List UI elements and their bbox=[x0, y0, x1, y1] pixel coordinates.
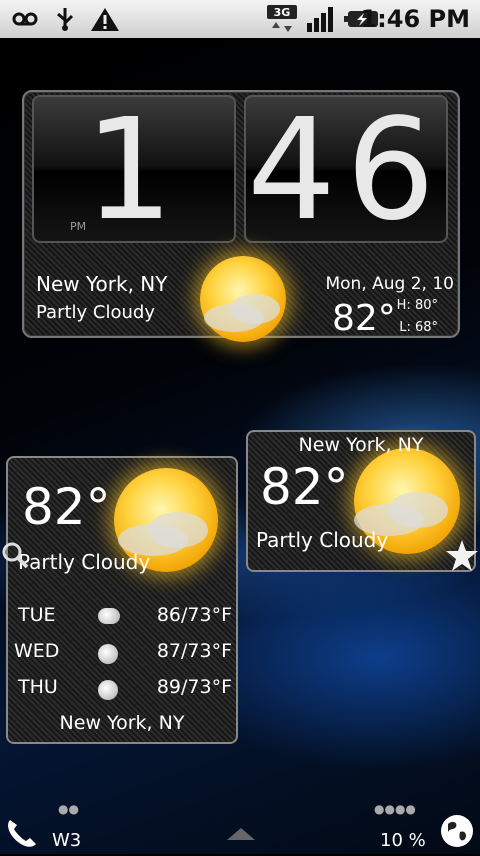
clock-city: New York, NY bbox=[36, 272, 168, 296]
clock-high: H: 80° bbox=[396, 298, 438, 313]
app-drawer-handle[interactable] bbox=[226, 826, 256, 840]
browser-globe-icon[interactable] bbox=[438, 812, 476, 850]
search-icon[interactable] bbox=[0, 540, 30, 570]
hour-flip-card: 1 PM bbox=[32, 89, 236, 252]
voicemail-icon bbox=[10, 4, 40, 34]
forecast-row: TUE 86/73°F bbox=[12, 604, 232, 634]
forecast-day: WED bbox=[14, 640, 60, 662]
forecast-row: WED 87/73°F bbox=[12, 640, 232, 670]
forecast-city: New York, NY bbox=[59, 712, 185, 734]
dock: ●● ●●●● W3 10 % bbox=[0, 800, 480, 854]
page-indicator-right: ●●●● bbox=[374, 802, 416, 816]
forecast-day: THU bbox=[18, 676, 58, 698]
storm-icon bbox=[98, 644, 118, 664]
dock-right-label[interactable]: 10 % bbox=[380, 830, 426, 851]
forecast-temperature: 82° bbox=[22, 478, 111, 536]
page-indicator-left: ●● bbox=[58, 802, 79, 816]
clock-ampm: PM bbox=[70, 220, 87, 233]
usb-icon bbox=[50, 4, 80, 34]
forecast-temps: 87/73°F bbox=[156, 640, 232, 662]
star-icon[interactable] bbox=[444, 538, 480, 574]
status-time: 1:46 PM bbox=[360, 5, 470, 33]
clock-temperature: 82° bbox=[332, 298, 396, 339]
clock-low: L: 68° bbox=[399, 320, 438, 335]
cloud-icon bbox=[98, 608, 120, 624]
forecast-temps: 86/73°F bbox=[156, 604, 232, 626]
forecast-widget[interactable]: 82° Partly Cloudy TUE 86/73°F WED 87/73°… bbox=[6, 456, 238, 744]
small-widget-condition: Partly Cloudy bbox=[256, 528, 389, 552]
storm-icon bbox=[98, 680, 118, 700]
small-widget-city: New York, NY bbox=[298, 434, 424, 456]
forecast-day: TUE bbox=[18, 604, 56, 626]
3g-icon: 3G bbox=[266, 4, 298, 34]
minute-flip-card: 46 bbox=[244, 89, 448, 252]
dock-left-label[interactable]: W3 bbox=[52, 830, 81, 851]
weather-widget-small[interactable]: New York, NY 82° Partly Cloudy bbox=[246, 430, 476, 572]
phone-icon[interactable] bbox=[2, 814, 42, 852]
svg-text:3G: 3G bbox=[274, 6, 291, 19]
forecast-row: THU 89/73°F bbox=[12, 676, 232, 706]
clock-weather-widget[interactable]: 1 PM 46 New York, NY Partly Cloudy Mon, … bbox=[22, 89, 460, 342]
forecast-temps: 89/73°F bbox=[156, 676, 232, 698]
clock-condition: Partly Cloudy bbox=[36, 302, 155, 323]
forecast-condition: Partly Cloudy bbox=[18, 550, 151, 574]
status-bar: 3G 1:46 PM bbox=[0, 0, 480, 38]
warning-icon bbox=[88, 4, 122, 34]
clock-hour: 1 bbox=[84, 89, 184, 252]
clock-date: Mon, Aug 2, 10 bbox=[325, 274, 454, 294]
clock-minute: 46 bbox=[246, 89, 446, 252]
small-widget-temperature: 82° bbox=[260, 458, 349, 516]
signal-icon bbox=[304, 4, 338, 34]
